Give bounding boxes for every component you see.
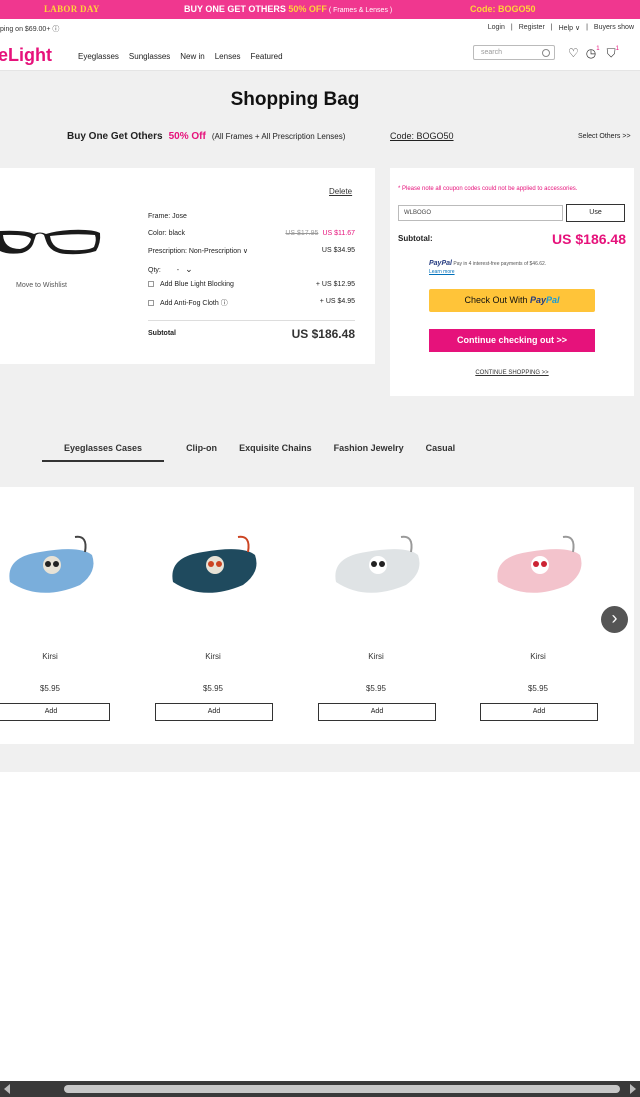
product-carousel: Kirsi $5.95 Add Kirsi $5.95 Add Kirsi $5… — [0, 487, 634, 744]
product-price: $5.95 — [365, 684, 387, 693]
qty-value: - — [176, 267, 180, 274]
coupon-input[interactable]: WLBOGO — [398, 205, 563, 221]
buyers-show-link[interactable]: Buyers show — [594, 24, 634, 32]
nav-icons: ♡ ◷1 ⛉1 — [568, 46, 619, 61]
product-name[interactable]: Kirsi — [316, 652, 436, 661]
cart-item-card: Delete Move to Wishlist Frame: Jose Colo… — [0, 168, 375, 364]
login-link[interactable]: Login — [488, 24, 505, 32]
nav-item-sunglasses[interactable]: Sunglasses — [129, 52, 170, 61]
original-price: US $17.95 — [285, 230, 319, 237]
qty-chevron-icon[interactable]: ⌄ — [185, 264, 193, 274]
nav-menu: Eyeglasses Sunglasses New in Lenses Feat… — [78, 52, 283, 61]
product-card[interactable]: Kirsi $5.95 Add — [316, 487, 436, 727]
paypal-checkout-button[interactable]: Check Out With PayPal — [429, 289, 595, 312]
page-title: Shopping Bag — [230, 89, 360, 110]
horizontal-scrollbar[interactable] — [0, 1081, 640, 1097]
add-button[interactable]: Add — [318, 703, 436, 721]
product-card[interactable]: Kirsi $5.95 Add — [153, 487, 273, 727]
divider: | — [586, 24, 588, 31]
nav-item-lenses[interactable]: Lenses — [215, 52, 241, 61]
scroll-left-arrow[interactable] — [4, 1084, 10, 1094]
tab-casual[interactable]: Casual — [426, 443, 456, 462]
blue-light-row[interactable]: Add Blue Light Blocking + US $12.95 — [148, 281, 355, 298]
product-price: $5.95 — [527, 684, 549, 693]
carousel-next-button[interactable]: › — [601, 606, 628, 633]
tab-eyeglasses-cases[interactable]: Eyeglasses Cases — [42, 443, 165, 462]
shipping-note: ping on $69.00+ ⓘ — [0, 26, 60, 33]
product-name[interactable]: Kirsi — [0, 652, 110, 661]
product-price: $5.95 — [202, 684, 224, 693]
tab-fashion-jewelry[interactable]: Fashion Jewelry — [334, 443, 404, 462]
coupon-note: * Please note all coupon codes could not… — [398, 186, 578, 192]
product-card[interactable]: Kirsi $5.95 Add — [0, 487, 110, 727]
nav-item-new-in[interactable]: New in — [180, 52, 204, 61]
scroll-right-arrow[interactable] — [630, 1084, 636, 1094]
product-price: $5.95 — [39, 684, 61, 693]
antifog-checkbox[interactable] — [148, 300, 154, 307]
sale-price: US $11.67 — [322, 230, 355, 237]
move-to-wishlist-link[interactable]: Move to Wishlist — [16, 282, 67, 289]
qty-row[interactable]: Qty: - ⌄ — [148, 264, 355, 281]
continue-shopping-link[interactable]: CONTINUE SHOPPING >> — [390, 370, 634, 376]
prescription-row[interactable]: Prescription: Non-Prescription ∨ US $34.9… — [148, 247, 355, 264]
glasses-case-image[interactable] — [0, 527, 100, 607]
continue-checkout-button[interactable]: Continue checking out >> — [429, 329, 595, 352]
product-name[interactable]: Kirsi — [478, 652, 598, 661]
frame-row: Frame: Jose — [148, 213, 187, 220]
heart-icon[interactable]: ♡ — [568, 46, 579, 61]
chevron-right-icon: › — [611, 608, 618, 628]
search-input[interactable]: search — [473, 45, 555, 60]
register-link[interactable]: Register — [519, 24, 545, 32]
utility-bar: ping on $69.00+ ⓘ Login | Register | Hel… — [0, 19, 640, 37]
blue-light-checkbox[interactable] — [148, 281, 154, 288]
divider: | — [550, 24, 553, 31]
add-button[interactable]: Add — [480, 703, 598, 721]
cart-item-details: Frame: Jose Color: black US $17.95 US $11.… — [148, 213, 355, 349]
order-summary: * Please note all coupon codes could not… — [390, 168, 634, 396]
product-card[interactable]: Kirsi $5.95 Add — [478, 487, 598, 727]
glasses-case-image[interactable] — [326, 527, 426, 607]
glasses-case-image[interactable] — [163, 527, 263, 607]
antifog-row[interactable]: Add Anti-Fog Cloth ⓘ + US $4.95 — [148, 298, 355, 315]
glasses-image[interactable] — [0, 223, 106, 263]
glasses-case-image[interactable] — [488, 527, 588, 607]
help-menu[interactable]: Help ∨ — [559, 24, 580, 32]
item-subtotal: Subtotal US $186.48 — [148, 327, 355, 341]
divider — [148, 320, 355, 321]
delete-link[interactable]: Delete — [329, 187, 352, 196]
promo-banner[interactable]: LABOR DAY BUY ONE GET OTHERS 50% OFF ( F… — [0, 0, 640, 19]
offer-code: Code: BOGO50 — [390, 131, 454, 141]
promo-code: Code: BOGO50 — [470, 4, 536, 14]
nav-item-eyeglasses[interactable]: Eyeglasses — [78, 52, 119, 61]
search-icon[interactable] — [542, 49, 550, 57]
product-name[interactable]: Kirsi — [153, 652, 273, 661]
main-nav: eLight Eyeglasses Sunglasses New in Lens… — [0, 37, 640, 71]
paypal-pay-in-4: PayPal Pay in 4 interest-free payments o… — [429, 260, 547, 267]
promo-labor-day: LABOR DAY — [44, 4, 100, 14]
learn-more-link[interactable]: Learn more — [429, 269, 455, 275]
add-button[interactable]: Add — [0, 703, 110, 721]
use-coupon-button[interactable]: Use — [566, 204, 625, 222]
scrollbar-thumb[interactable] — [64, 1085, 620, 1093]
add-button[interactable]: Add — [155, 703, 273, 721]
nav-item-featured[interactable]: Featured — [251, 52, 283, 61]
promo-offer: BUY ONE GET OTHERS 50% OFF ( Frames & Le… — [184, 4, 393, 14]
cart-icon[interactable]: ⛉1 — [607, 46, 619, 61]
history-icon[interactable]: ◷1 — [586, 46, 600, 61]
offer-banner: Buy One Get Others 50% Off (All Frames + A… — [67, 131, 346, 142]
subtotal-label: Subtotal: — [398, 234, 433, 243]
color-row: Color: black US $17.95 US $11.67 — [148, 230, 355, 237]
select-others-link[interactable]: Select Others >> — [578, 133, 631, 140]
accessory-tabs: Eyeglasses Cases Clip-on Exquisite Chain… — [42, 443, 477, 462]
tab-exquisite-chains[interactable]: Exquisite Chains — [239, 443, 312, 462]
paypal-logo: PayPal — [429, 260, 452, 267]
subtotal-amount: US $186.48 — [552, 231, 626, 247]
site-logo[interactable]: eLight — [0, 45, 52, 66]
divider: | — [510, 24, 513, 31]
tab-clip-on[interactable]: Clip-on — [186, 443, 217, 462]
